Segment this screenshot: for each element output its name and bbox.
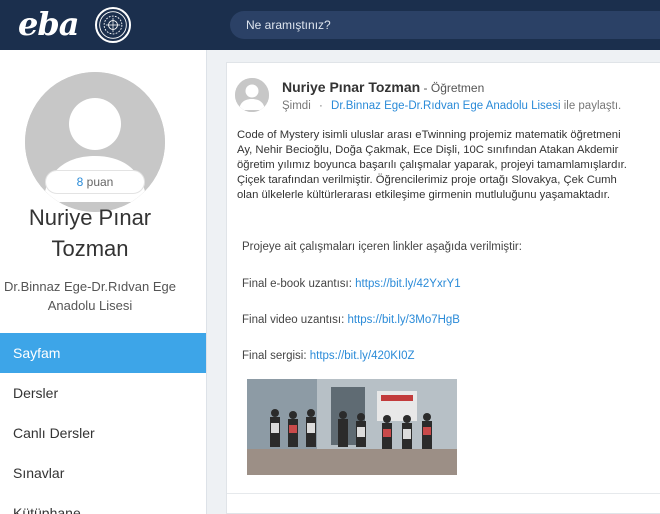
search-placeholder: Ne aramıştınız? [246, 18, 331, 32]
eba-logo[interactable]: eba [18, 4, 79, 44]
post-school-link[interactable]: Dr.Binnaz Ege-Dr.Rıdvan Ege Anadolu Lise… [331, 100, 561, 112]
sidebar-item-canli-dersler[interactable]: Canlı Dersler [0, 413, 206, 453]
points-label: puan [86, 175, 114, 189]
ebook-line: Final e-book uzantısı: https://bit.ly/42… [242, 278, 461, 290]
video-line: Final video uzantısı: https://bit.ly/3Mo… [242, 314, 460, 326]
meta-separator: · [318, 100, 323, 112]
post-body-line: Ay, Nehir Becioğlu, Doğa Çakmak, Ece Diş… [237, 144, 619, 156]
sidebar-item-sayfam[interactable]: Sayfam [0, 333, 206, 373]
post-photo[interactable] [247, 379, 457, 475]
logo-text: eba [18, 5, 79, 43]
points-value: 8 [76, 175, 84, 189]
ministry-seal-icon [95, 7, 131, 43]
post-body-line: öğretim yılımız boyunca başarılı çalışma… [237, 159, 627, 171]
default-user-icon [235, 78, 269, 112]
sidebar-item-dersler[interactable]: Dersler [0, 373, 206, 413]
ebook-link[interactable]: https://bit.ly/42YxrY1 [355, 278, 460, 290]
links-intro: Projeye ait çalışmaları içeren linkler a… [242, 241, 522, 253]
feed-post: Nuriye Pınar Tozman - Öğretmen Şimdi · D… [226, 62, 660, 514]
post-author-role: - Öğretmen [420, 81, 485, 95]
group-photo-image [247, 379, 457, 475]
video-label: Final video uzantısı: [242, 314, 348, 326]
sidebar-item-kutuphane[interactable]: Kütüphane [0, 493, 206, 514]
top-bar: eba Ne aramıştınız? [0, 0, 660, 50]
exhibit-link[interactable]: https://bit.ly/420KI0Z [310, 350, 415, 362]
post-share-text: ile paylaştı. [560, 100, 622, 112]
video-link[interactable]: https://bit.ly/3Mo7HgB [347, 314, 460, 326]
post-body-line: Code of Mystery isimli uluslar arası eTw… [237, 129, 621, 141]
points-badge: 8 puan [45, 170, 145, 194]
post-avatar[interactable] [235, 78, 269, 112]
sidebar-item-sinavlar[interactable]: Sınavlar [0, 453, 206, 493]
post-time: Şimdi [282, 100, 311, 112]
search-input[interactable]: Ne aramıştınız? [230, 11, 660, 39]
post-body-line: Çiçek tarafından verilmiştir. Öğrenciler… [237, 174, 617, 186]
ebook-label: Final e-book uzantısı: [242, 278, 356, 290]
sidebar-menu: Sayfam Dersler Canlı Dersler Sınavlar Kü… [0, 333, 206, 514]
post-author-name[interactable]: Nuriye Pınar Tozman [282, 79, 420, 95]
post-divider [227, 493, 660, 494]
profile-school: Dr.Binnaz Ege-Dr.Rıdvan Ege Anadolu Lise… [4, 279, 176, 313]
exhibit-label: Final sergisi: [242, 350, 310, 362]
exhibit-line: Final sergisi: https://bit.ly/420KI0Z [242, 350, 415, 362]
post-body-line: olan ülkelerle kültürlerarası etkileşime… [237, 189, 610, 201]
post-body: Code of Mystery isimli uluslar arası eTw… [237, 128, 660, 203]
post-meta: Şimdi · Dr.Binnaz Ege-Dr.Rıdvan Ege Anad… [282, 100, 621, 112]
post-author[interactable]: Nuriye Pınar Tozman - Öğretmen [282, 79, 484, 95]
profile-name: Nuriye Pınar Tozman [28, 205, 152, 261]
sidebar: 8 puan Nuriye Pınar Tozman Dr.Binnaz Ege… [0, 50, 207, 514]
